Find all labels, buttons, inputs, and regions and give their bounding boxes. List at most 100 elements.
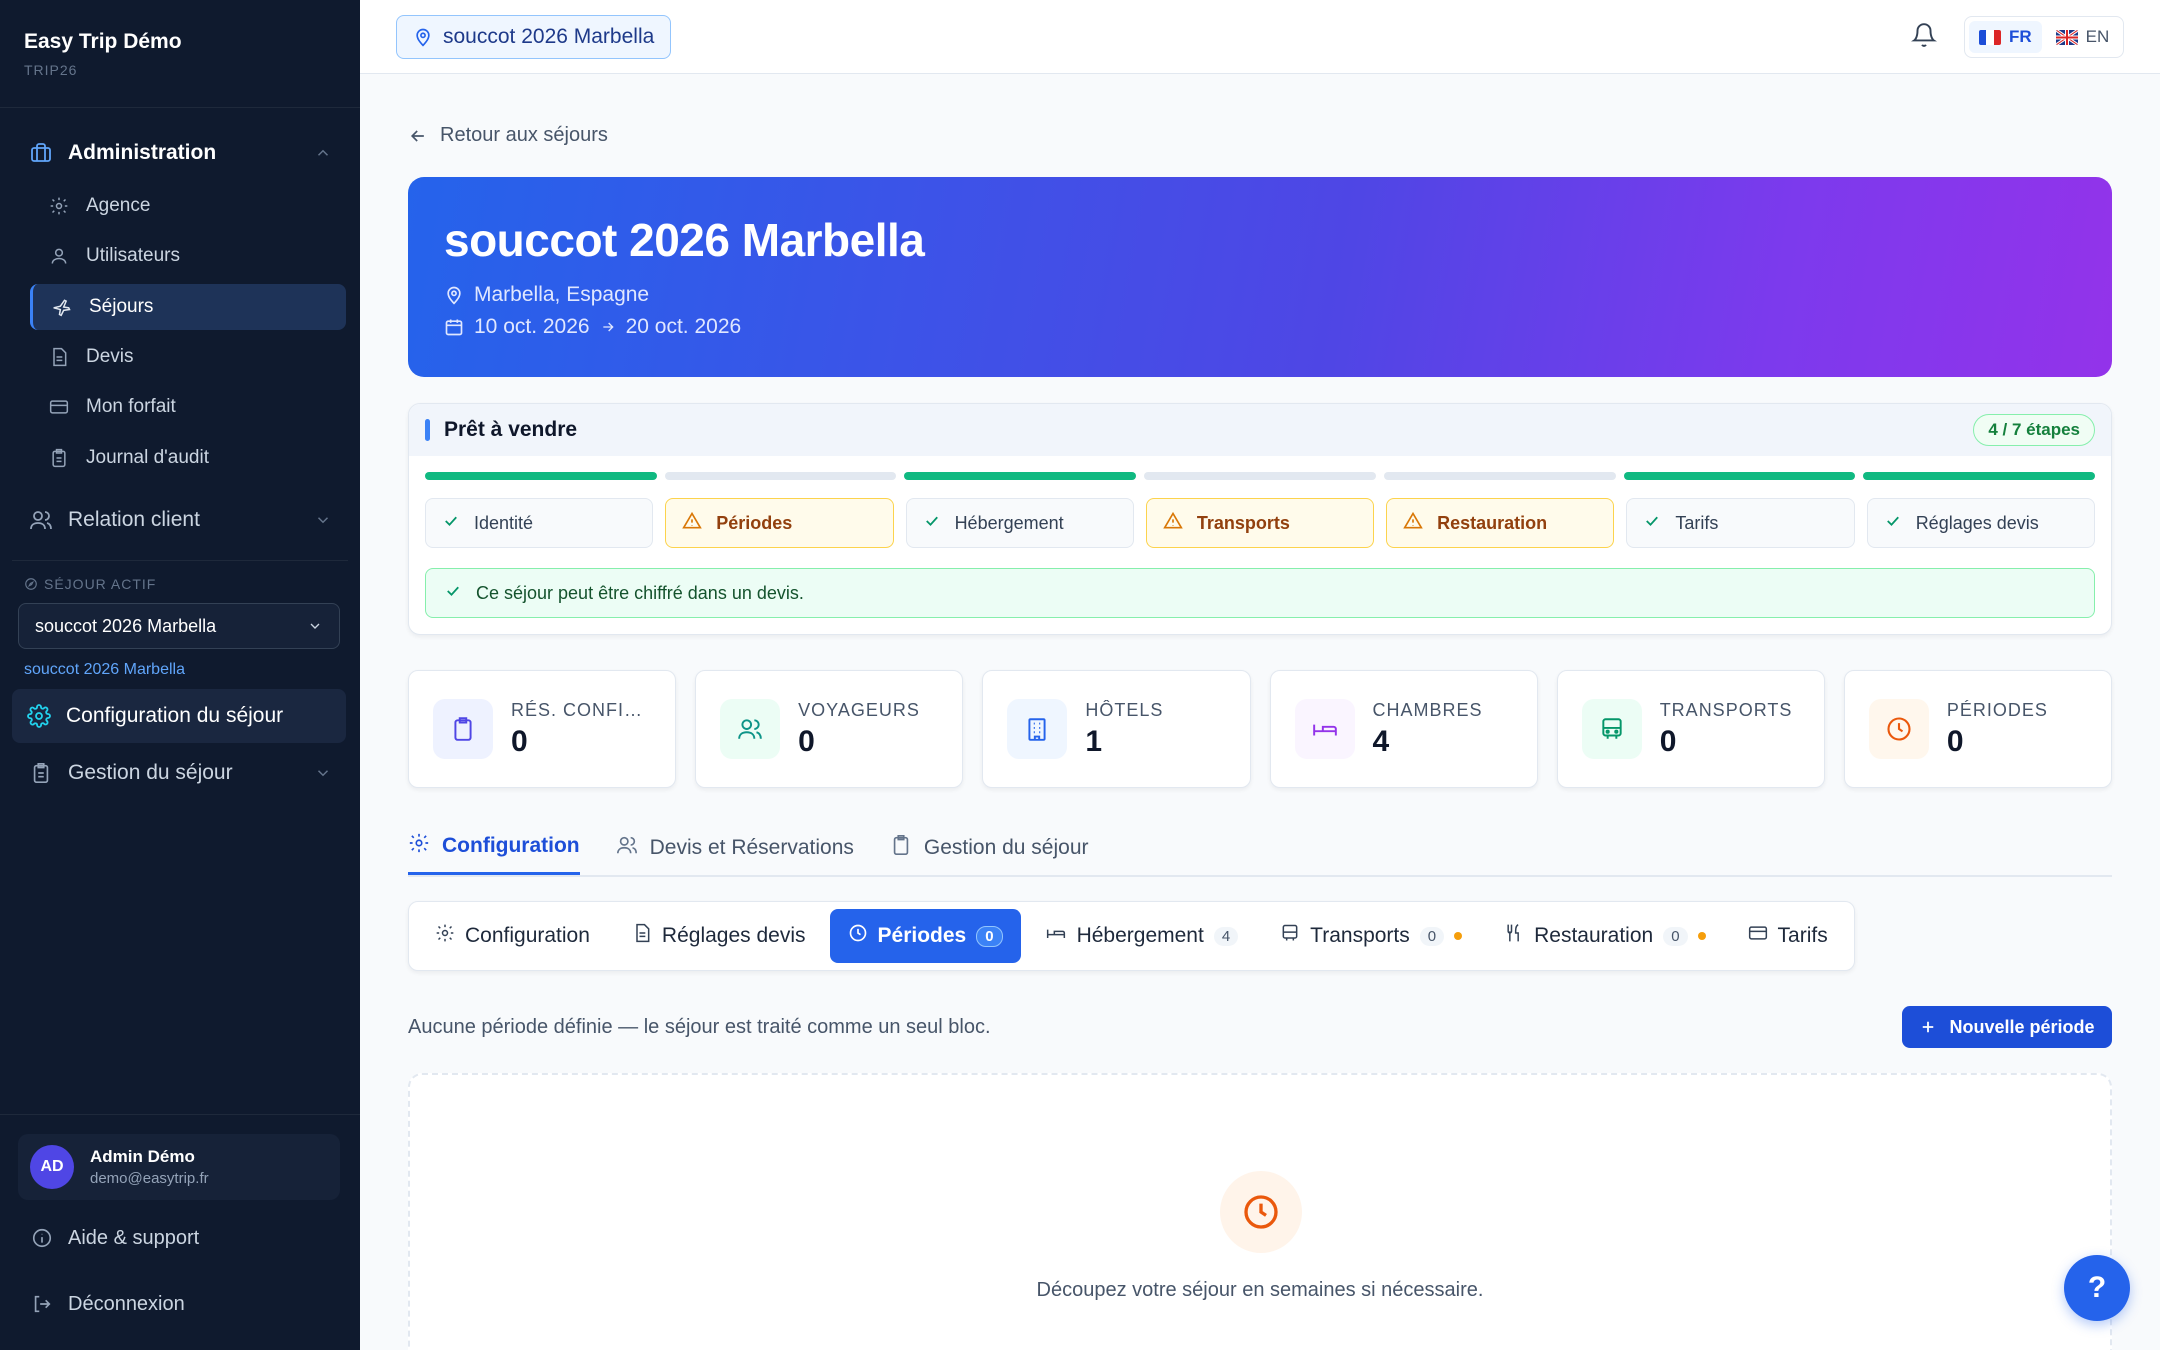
progress-segment: [904, 472, 1137, 480]
step-label: Tarifs: [1675, 512, 1719, 533]
tab-gestion-sejour[interactable]: Gestion du séjour: [890, 820, 1089, 875]
check-icon: [442, 512, 460, 535]
sidebar-item-label: Devis: [86, 346, 134, 367]
step-periodes[interactable]: Périodes: [665, 498, 894, 548]
progress-segment: [425, 472, 657, 480]
clipboard-icon: [433, 699, 493, 759]
step-hebergement[interactable]: Hébergement: [905, 498, 1134, 548]
users-icon: [28, 507, 54, 533]
check-icon: [444, 582, 462, 605]
tab-label: Configuration: [442, 834, 580, 857]
help-support-label: Aide & support: [68, 1226, 200, 1249]
step-label: Restauration: [1437, 512, 1548, 533]
subtab-periodes[interactable]: Périodes 0: [829, 909, 1021, 963]
lang-en-button[interactable]: EN: [2046, 21, 2120, 53]
ready-banner-text: Ce séjour peut être chiffré dans un devi…: [476, 582, 804, 603]
info-icon: [30, 1226, 54, 1250]
sidebar-item-label: Agence: [86, 195, 151, 216]
stat-value: 0: [511, 724, 528, 758]
active-trip-select[interactable]: souccot 2026 Marbella: [18, 603, 340, 649]
sidebar-section-administration[interactable]: Administration: [12, 128, 348, 178]
current-trip-label: souccot 2026 Marbella: [443, 25, 655, 48]
subtab-reglages-devis[interactable]: Réglages devis: [614, 909, 824, 963]
sidebar-item-sejours[interactable]: Séjours: [30, 284, 346, 330]
logout-label: Déconnexion: [68, 1292, 185, 1315]
flag-uk-icon: [2055, 29, 2078, 45]
gear-icon: [408, 832, 430, 860]
subtab-hebergement[interactable]: Hébergement 4: [1027, 909, 1257, 963]
help-support-link[interactable]: Aide & support: [30, 1226, 199, 1250]
subtab-count: 4: [1213, 926, 1239, 946]
active-trip-link[interactable]: souccot 2026 Marbella: [24, 661, 185, 679]
new-period-button[interactable]: Nouvelle période: [1902, 1006, 2112, 1048]
back-to-trips-link[interactable]: Retour aux séjours: [408, 124, 608, 147]
stat-chambres: CHAMBRES 4: [1269, 670, 1538, 788]
warning-dot: [1454, 932, 1463, 940]
brand-code: TRIP26: [24, 62, 78, 78]
utensils-icon: [1504, 923, 1524, 949]
gear-icon: [26, 703, 52, 729]
step-label: Hébergement: [954, 512, 1064, 533]
subtab-label: Hébergement: [1076, 924, 1204, 947]
subtab-label: Transports: [1310, 924, 1410, 947]
stat-label: RÉS. CONFIR...: [511, 699, 651, 720]
step-identite[interactable]: Identité: [425, 498, 654, 548]
card-icon: [1748, 923, 1768, 949]
arrow-right-icon: [602, 322, 614, 332]
check-icon: [1643, 512, 1661, 535]
progress-segment: [1623, 472, 1856, 480]
step-label: Périodes: [716, 512, 793, 533]
topbar: souccot 2026 Marbella FR EN: [360, 0, 2160, 74]
readiness-progress: [425, 472, 2096, 480]
stat-label: TRANSPORTS: [1659, 699, 1793, 720]
brand: Easy Trip Démo TRIP26: [0, 0, 360, 108]
stat-transports: TRANSPORTS 0: [1556, 670, 1825, 788]
user-email: demo@easytrip.fr: [90, 1170, 209, 1187]
warning-icon: [682, 511, 703, 536]
readiness-header: Prêt à vendre 4 / 7 étapes: [409, 404, 2111, 456]
subtab-configuration[interactable]: Configuration: [417, 909, 608, 963]
sidebar-item-agence[interactable]: Agence: [30, 183, 346, 229]
stat-voyageurs: VOYAGEURS 0: [695, 670, 964, 788]
sidebar-item-forfait[interactable]: Mon forfait: [30, 384, 346, 430]
tab-devis-reservations[interactable]: Devis et Réservations: [616, 820, 854, 875]
bell-icon[interactable]: [1908, 18, 1940, 52]
trip-hero: souccot 2026 Marbella Marbella, Espagne …: [408, 177, 2112, 377]
subtab-label: Réglages devis: [661, 924, 806, 947]
clock-icon: [848, 923, 868, 949]
periods-empty-state: Découpez votre séjour en semaines si néc…: [408, 1073, 2112, 1350]
subtab-restauration[interactable]: Restauration 0: [1486, 909, 1723, 963]
logout-link[interactable]: Déconnexion: [30, 1292, 185, 1316]
sidebar-section-gestion[interactable]: Gestion du séjour: [12, 748, 348, 798]
readiness-badge: 4 / 7 étapes: [1973, 414, 2095, 446]
subtab-transports[interactable]: Transports 0: [1262, 909, 1480, 963]
lang-fr-button[interactable]: FR: [1969, 21, 2042, 53]
chevron-up-icon: [317, 149, 329, 156]
plane-icon: [51, 296, 73, 318]
sidebar-item-utilisateurs[interactable]: Utilisateurs: [30, 233, 346, 279]
sidebar-section-label: Relation client: [68, 508, 200, 531]
sidebar-item-journal[interactable]: Journal d'audit: [30, 435, 346, 481]
trip-dates: 10 oct. 2026 20 oct. 2026: [444, 315, 2076, 339]
clipboard-icon: [48, 447, 70, 469]
step-transports[interactable]: Transports: [1145, 498, 1375, 548]
bus-icon: [1581, 699, 1642, 759]
sidebar-item-configuration[interactable]: Configuration du séjour: [12, 689, 346, 743]
step-reglages-devis[interactable]: Réglages devis: [1866, 498, 2095, 548]
step-label: Identité: [474, 512, 534, 533]
tab-configuration[interactable]: Configuration: [408, 820, 580, 875]
current-trip-pill[interactable]: souccot 2026 Marbella: [396, 15, 672, 59]
sidebar-section-relation[interactable]: Relation client: [12, 495, 348, 545]
user-icon: [48, 245, 70, 267]
step-restauration[interactable]: Restauration: [1386, 498, 1615, 548]
subtab-tarifs[interactable]: Tarifs: [1730, 909, 1846, 963]
help-button[interactable]: ?: [2064, 1255, 2130, 1321]
sidebar-item-devis[interactable]: Devis: [30, 334, 346, 380]
readiness-steps: Identité Périodes Hébergement Transports…: [425, 498, 2095, 548]
step-tarifs[interactable]: Tarifs: [1626, 498, 1855, 548]
chevron-down-icon: [310, 623, 320, 629]
user-card[interactable]: AD Admin Démo demo@easytrip.fr: [18, 1134, 340, 1200]
progress-segment: [1863, 472, 2096, 480]
sidebar-item-label: Configuration du séjour: [66, 704, 284, 727]
accent-bar: [425, 419, 430, 441]
